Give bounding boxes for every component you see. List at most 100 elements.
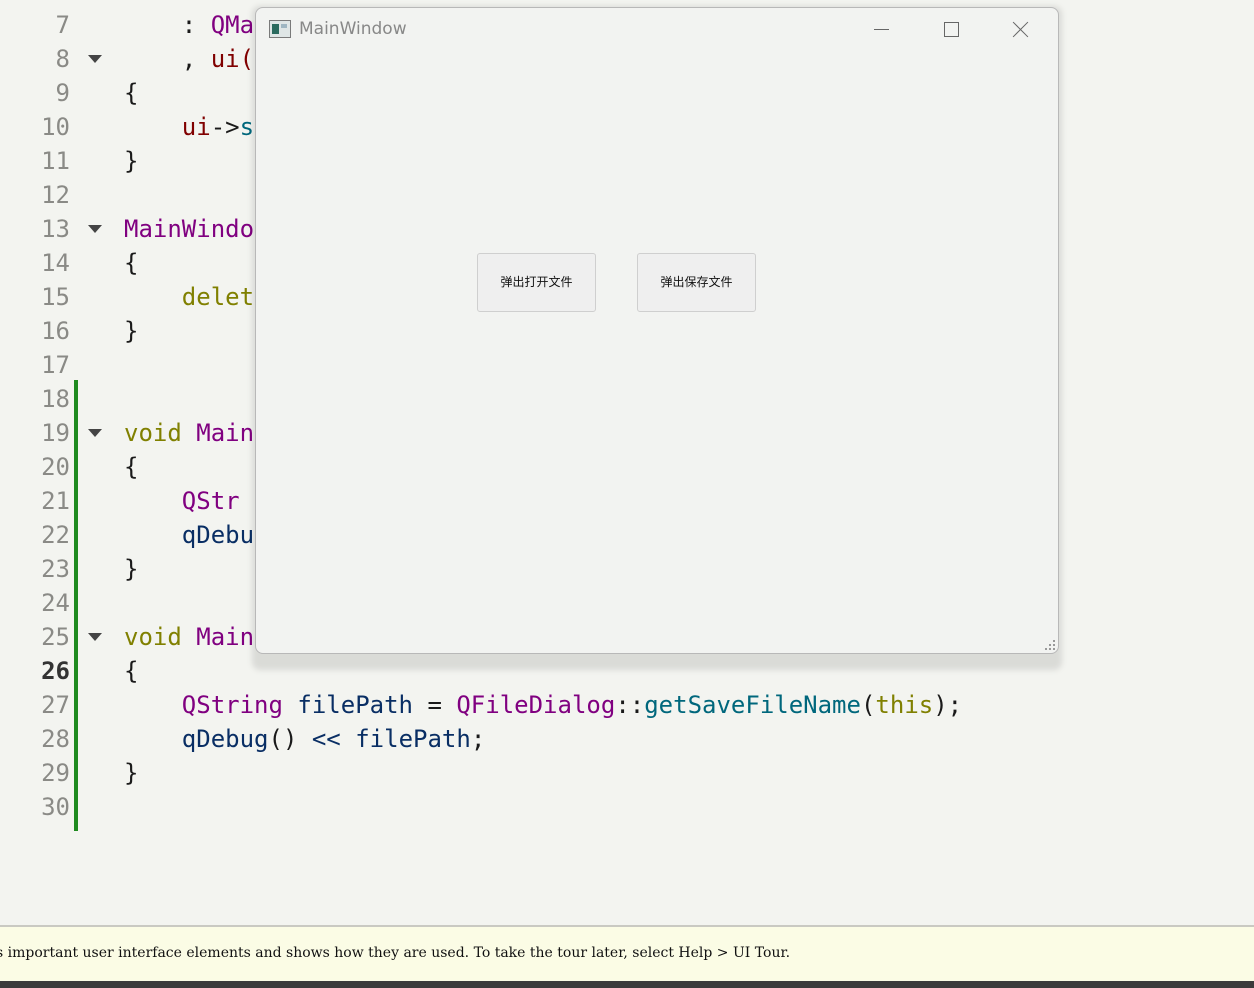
maximize-icon[interactable] [928,14,974,46]
code-token: << [311,725,341,753]
code-text[interactable]: QString filePath = QFileDialog::getSaveF… [124,688,962,722]
line-number: 11 [41,147,70,175]
code-text[interactable]: } [124,144,138,178]
code-token: { [124,249,139,277]
code-token: QMa [210,11,255,39]
code-text[interactable]: , ui( [124,42,254,76]
resize-grip-icon[interactable] [1043,638,1055,650]
line-number: 30 [41,793,70,821]
code-text[interactable]: void Main [124,416,254,450]
code-token: } [124,317,139,345]
code-text[interactable]: : QMa [124,8,254,42]
code-token: filePath [297,691,413,719]
fold-arrow-icon[interactable] [88,55,102,63]
minimize-icon[interactable] [858,14,904,46]
code-token: { [124,453,139,481]
ui-tour-infobar: s important user interface elements and … [0,925,1254,983]
code-text[interactable]: { [124,246,138,280]
code-token: } [124,147,139,175]
code-text[interactable]: qDebu [124,518,254,552]
code-line[interactable]: 27 QString filePath = QFileDialog::getSa… [0,688,1254,722]
code-text[interactable]: qDebug() << filePath; [124,722,485,756]
open-file-dialog-button[interactable]: 弹出打开文件 [477,253,596,312]
code-token: ; [470,725,486,753]
code-token: QString [124,691,283,719]
code-token: ui [124,113,211,141]
code-token: qDebug [124,725,269,753]
ui-tour-message: s important user interface elements and … [0,945,791,961]
code-token: = [413,691,457,719]
code-text[interactable]: } [124,552,138,586]
window-title: MainWindow [299,19,407,39]
fold-arrow-icon[interactable] [88,633,102,641]
line-number: 26 [41,657,70,685]
code-text[interactable]: } [124,314,138,348]
line-number: 9 [55,79,70,107]
close-icon[interactable] [998,14,1044,46]
code-token: () [268,725,312,753]
code-token: this [875,691,934,719]
line-number: 20 [41,453,70,481]
bottom-border [0,981,1254,988]
code-text[interactable]: void Main [124,620,254,654]
line-number: 25 [41,623,70,651]
code-token: void [124,623,182,651]
line-number: 22 [41,521,70,549]
code-token: void [124,419,182,447]
code-text[interactable]: { [124,450,138,484]
code-token: getSaveFileName [644,691,861,719]
code-token: , [124,45,211,73]
code-text[interactable]: ui->s [124,110,254,144]
line-number: 29 [41,759,70,787]
code-token: : [124,11,211,39]
code-token: Main [196,419,255,447]
code-token: :: [615,691,645,719]
line-number: 19 [41,419,70,447]
line-number: 16 [41,317,70,345]
code-line[interactable]: 29} [0,756,1254,790]
code-token: ); [933,691,963,719]
line-number: 17 [41,351,70,379]
fold-arrow-icon[interactable] [88,429,102,437]
code-text[interactable]: { [124,654,138,688]
line-number: 21 [41,487,70,515]
code-token: -> [210,113,240,141]
code-token: { [124,657,139,685]
line-number: 18 [41,385,70,413]
line-number: 27 [41,691,70,719]
code-token: Main [196,623,255,651]
code-token: } [124,759,139,787]
code-token: qDebu [124,521,255,549]
code-text[interactable]: { [124,76,138,110]
code-token: delet [124,283,255,311]
line-number: 12 [41,181,70,209]
line-number: 15 [41,283,70,311]
line-number: 23 [41,555,70,583]
code-text[interactable]: MainWindo [124,212,254,246]
main-window[interactable]: MainWindow 弹出打开文件 弹出保存文件 [255,7,1059,654]
save-file-dialog-button[interactable]: 弹出保存文件 [637,253,756,312]
line-number: 14 [41,249,70,277]
code-text[interactable]: QStr [124,484,240,518]
code-token: filePath [355,725,471,753]
code-text[interactable]: delet [124,280,254,314]
line-number: 13 [41,215,70,243]
code-token: } [124,555,139,583]
code-token: ui( [210,45,255,73]
code-token: QFileDialog [456,691,616,719]
fold-arrow-icon[interactable] [88,225,102,233]
line-number: 7 [55,11,70,39]
code-token: { [124,79,139,107]
code-token: ( [860,691,876,719]
code-text[interactable]: } [124,756,138,790]
code-line[interactable]: 30 [0,790,1254,824]
window-titlebar[interactable]: MainWindow [256,8,1058,52]
line-number: 24 [41,589,70,617]
code-line[interactable]: 28 qDebug() << filePath; [0,722,1254,756]
code-token: QStr [124,487,240,515]
line-number: 10 [41,113,70,141]
